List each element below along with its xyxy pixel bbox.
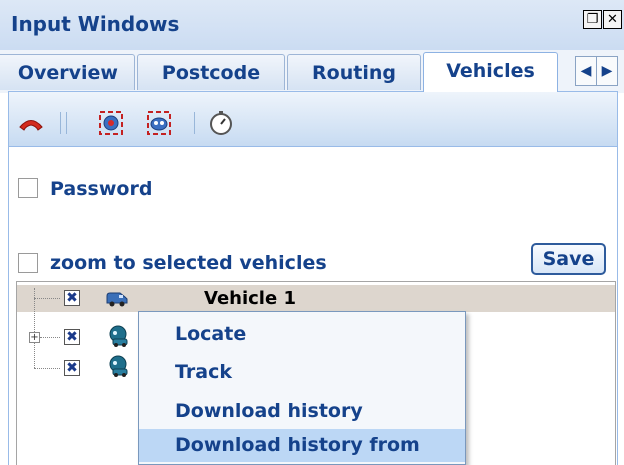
close-window-button[interactable]: ✕: [603, 10, 622, 29]
tab-overview[interactable]: Overview: [0, 54, 135, 90]
tree-expand-toggle[interactable]: +: [29, 332, 40, 343]
vehicle-1-label[interactable]: Vehicle 1: [204, 288, 296, 309]
tree-connector: [34, 288, 35, 368]
menu-item-download-history[interactable]: Download history: [139, 395, 465, 428]
target-add-icon[interactable]: [98, 110, 124, 136]
toolbar-separator: [66, 112, 67, 134]
menu-item-locate[interactable]: Locate: [139, 318, 465, 351]
save-button[interactable]: Save: [531, 243, 606, 275]
zoom-to-selected-label: zoom to selected vehicles: [50, 252, 327, 274]
tab-postcode[interactable]: Postcode: [137, 54, 285, 90]
vehicle-2-checkbox[interactable]: ✖: [64, 329, 80, 345]
car-icon: [106, 324, 130, 348]
car-icon: [106, 354, 130, 378]
vehicle-1-checkbox[interactable]: ✖: [64, 290, 80, 306]
menu-item-download-history-from[interactable]: Download history from: [139, 429, 465, 462]
window-title: Input Windows: [11, 12, 180, 36]
van-icon: [105, 287, 129, 311]
vehicle-3-checkbox[interactable]: ✖: [64, 360, 80, 376]
toolbar-separator: [194, 112, 195, 134]
phone-hangup-icon[interactable]: [18, 110, 44, 136]
menu-item-track[interactable]: Track: [139, 356, 465, 389]
tree-connector: [34, 298, 60, 299]
tab-vehicles[interactable]: Vehicles: [423, 52, 558, 92]
password-label: Password: [50, 178, 153, 200]
toolbar-separator: [60, 112, 61, 134]
tab-scroll-right-button[interactable]: ▶: [596, 56, 618, 86]
restore-window-button[interactable]: ❐: [583, 10, 602, 29]
vehicle-context-menu: Locate Track Download history Download h…: [138, 311, 466, 465]
password-checkbox[interactable]: [18, 178, 38, 198]
target-remove-icon[interactable]: [146, 110, 172, 136]
tab-routing[interactable]: Routing: [287, 54, 421, 90]
tab-scroll-left-button[interactable]: ◀: [575, 56, 597, 86]
tree-connector: [40, 337, 60, 338]
zoom-to-selected-checkbox[interactable]: [18, 253, 38, 273]
tree-connector: [34, 368, 60, 369]
stopwatch-icon[interactable]: [208, 110, 234, 136]
